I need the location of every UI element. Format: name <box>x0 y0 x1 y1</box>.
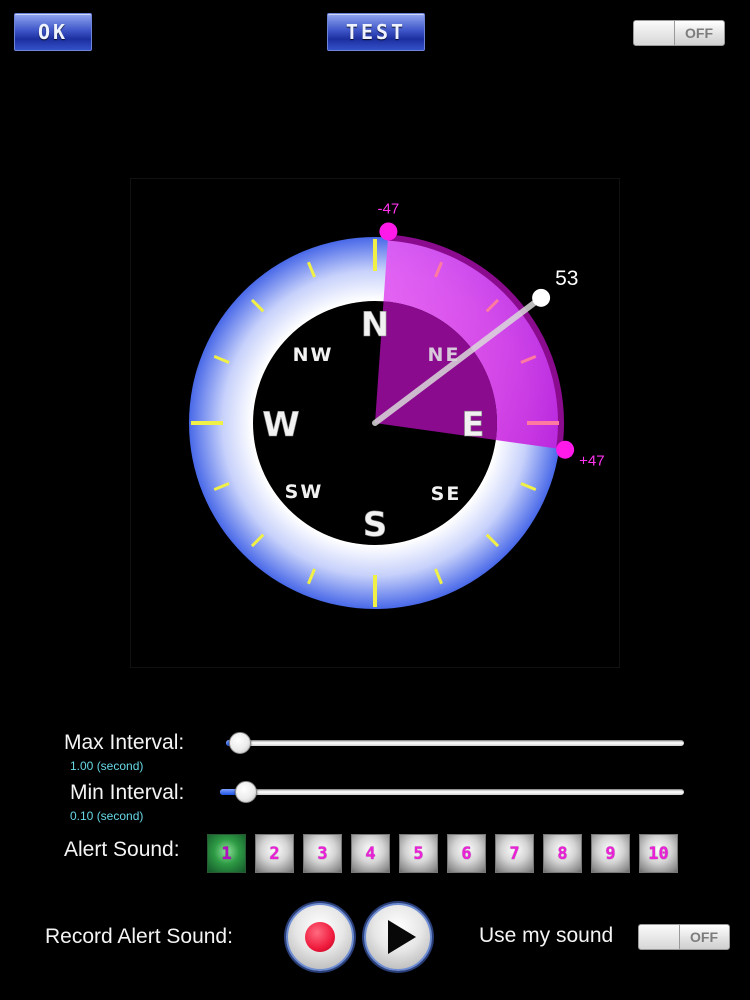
max-interval-label: Max Interval: <box>64 731 185 754</box>
alert-sound-option[interactable]: 3 <box>303 834 342 873</box>
use-my-sound-toggle[interactable]: OFF <box>638 924 730 950</box>
heading-needle-tip[interactable] <box>532 288 551 307</box>
max-interval-thumb[interactable] <box>229 732 251 754</box>
record-alert-sound-label: Record Alert Sound: <box>45 925 233 948</box>
min-interval-slider[interactable] <box>220 789 684 795</box>
range-min-value: -47 <box>378 200 400 217</box>
alert-sound-option[interactable]: 4 <box>351 834 390 873</box>
alert-sound-option[interactable]: 6 <box>447 834 486 873</box>
alert-sound-label: Alert Sound: <box>64 838 180 861</box>
alert-sound-option[interactable]: 10 <box>639 834 678 873</box>
min-interval-thumb[interactable] <box>234 781 257 803</box>
record-button[interactable] <box>286 903 354 971</box>
direction-e: E <box>461 405 484 445</box>
toggle-knob <box>639 925 680 949</box>
direction-n: N <box>361 305 389 345</box>
max-interval-value: 1.00 (second) <box>70 759 144 773</box>
alert-sound-option[interactable]: 8 <box>543 834 582 873</box>
alert-toggle[interactable]: OFF <box>633 20 725 46</box>
alert-sound-option[interactable]: 7 <box>495 834 534 873</box>
direction-sw: SW <box>285 481 324 503</box>
alert-sound-option[interactable]: 9 <box>591 834 630 873</box>
min-interval-label: Min Interval: <box>70 781 185 804</box>
direction-s: S <box>363 505 388 545</box>
direction-nw: NW <box>293 344 334 366</box>
ok-button[interactable]: OK <box>14 13 92 51</box>
compass-dial[interactable]: N S W E NW NE SW SE 53 -47 +47 <box>130 178 620 668</box>
toggle-state-label: OFF <box>685 25 713 41</box>
alert-sound-option[interactable]: 5 <box>399 834 438 873</box>
alert-sound-option[interactable]: 2 <box>255 834 294 873</box>
heading-value: 53 <box>555 267 578 290</box>
record-icon <box>305 922 335 952</box>
test-button[interactable]: TEST <box>327 13 425 51</box>
play-button[interactable] <box>364 903 432 971</box>
range-max-value: +47 <box>579 453 604 470</box>
toggle-knob <box>634 21 675 45</box>
range-max-handle[interactable] <box>556 440 575 459</box>
range-min-handle[interactable] <box>379 222 398 241</box>
use-my-sound-label: Use my sound <box>479 924 614 947</box>
min-interval-value: 0.10 (second) <box>70 809 144 823</box>
direction-w: W <box>262 405 300 445</box>
play-icon <box>387 920 416 954</box>
direction-se: SE <box>431 483 462 505</box>
max-interval-slider[interactable] <box>226 740 684 746</box>
alert-sound-option[interactable]: 1 <box>207 834 246 873</box>
toggle-state-label: OFF <box>690 929 718 945</box>
